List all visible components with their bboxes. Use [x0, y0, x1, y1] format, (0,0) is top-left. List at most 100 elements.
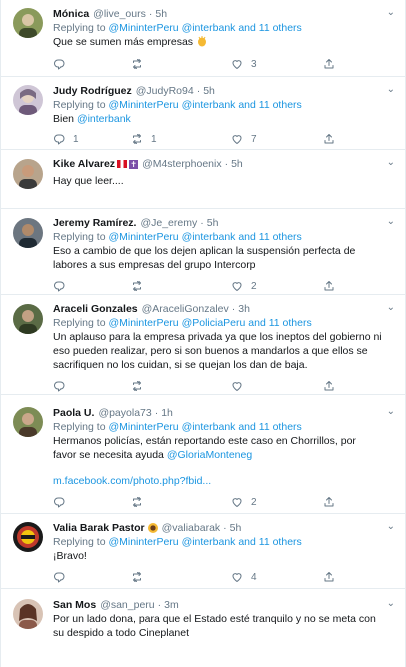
avatar[interactable] [13, 304, 43, 334]
display-name[interactable]: Kike Alvarez [53, 157, 115, 171]
chevron-down-icon[interactable]: ⌄ [387, 406, 395, 417]
reply-button[interactable]: 1 [53, 132, 79, 146]
like-button[interactable]: 2 [231, 495, 257, 509]
tweet[interactable]: Paola U. @payola73 · 1h ⌄ Replying to @M… [1, 395, 405, 514]
avatar[interactable] [13, 599, 43, 629]
chevron-down-icon[interactable]: ⌄ [387, 302, 395, 313]
avatar[interactable] [13, 85, 43, 115]
mention-link[interactable]: @interbank [182, 536, 236, 548]
avatar[interactable] [13, 159, 43, 189]
avatar[interactable] [13, 522, 43, 552]
user-handle[interactable]: @san_peru [100, 598, 154, 612]
mention-link[interactable]: @MininterPeru [108, 231, 178, 243]
share-button[interactable] [323, 495, 335, 509]
timestamp[interactable]: 5h [207, 216, 219, 230]
retweet-button[interactable] [131, 570, 143, 584]
avatar[interactable] [13, 407, 43, 437]
avatar[interactable] [13, 8, 43, 38]
mention-link[interactable]: @MininterPeru [108, 317, 178, 329]
user-handle[interactable]: @M4sterphoenix [142, 157, 222, 171]
reply-button[interactable] [53, 570, 65, 584]
others-link[interactable]: and 11 others [238, 421, 301, 433]
mention-link[interactable]: @MininterPeru [108, 421, 178, 433]
user-handle[interactable]: @JudyRo94 [136, 84, 194, 98]
timestamp[interactable]: 3m [164, 598, 179, 612]
mention-link[interactable]: @interbank [77, 113, 131, 125]
mention-link[interactable]: @MininterPeru [108, 22, 178, 34]
timestamp[interactable]: 5h [155, 7, 167, 21]
display-name[interactable]: Paola U. [53, 406, 94, 420]
others-link[interactable]: and 11 others [248, 317, 311, 329]
retweet-button[interactable] [131, 57, 143, 71]
mention-link[interactable]: @interbank [182, 421, 236, 433]
like-button[interactable] [231, 379, 243, 393]
retweet-button[interactable] [131, 279, 143, 293]
mention-link[interactable]: @GloriaMonteneg [167, 449, 252, 461]
share-button[interactable] [323, 379, 335, 393]
mention-link[interactable]: @MininterPeru [108, 99, 178, 111]
tweet[interactable]: Kike Alvarez ✝ @M4sterphoenix · 5h ⌄ Hay… [1, 150, 405, 209]
tweet[interactable]: Mónica @live_ours · 5h ⌄ Replying to @Mi… [1, 0, 405, 77]
like-button[interactable]: 7 [231, 132, 257, 146]
share-button[interactable] [323, 570, 335, 584]
display-name[interactable]: Mónica [53, 7, 89, 21]
share-button[interactable] [323, 132, 335, 146]
tweet-text: Por un lado dona, para que el Estado est… [53, 613, 376, 639]
others-link[interactable]: and 11 others [238, 99, 301, 111]
user-handle[interactable]: @valiabarak [162, 521, 221, 535]
url-link[interactable]: m.facebook.com/photo.php?fbid... [53, 474, 395, 488]
reply-button[interactable] [53, 279, 65, 293]
tweet[interactable]: Judy Rodríguez @JudyRo94 · 5h ⌄ Replying… [1, 77, 405, 150]
tweet[interactable]: San Mos @san_peru · 3m ⌄ Por un lado don… [1, 589, 405, 667]
share-button[interactable] [323, 57, 335, 71]
chevron-down-icon[interactable]: ⌄ [387, 521, 395, 532]
others-link[interactable]: and 11 others [238, 231, 301, 243]
reply-icon [53, 58, 65, 70]
timestamp[interactable]: 5h [230, 521, 242, 535]
display-name[interactable]: Araceli Gonzales [53, 302, 138, 316]
timestamp[interactable]: 5h [203, 84, 215, 98]
mention-link[interactable]: @PoliciaPeru [182, 317, 246, 329]
tweet-text: Un aplauso para la empresa privada ya qu… [53, 331, 382, 371]
tweet[interactable]: Valia Barak Pastor @valiabarak · 5h ⌄ Re… [1, 514, 405, 589]
like-button[interactable]: 4 [231, 570, 257, 584]
chevron-down-icon[interactable]: ⌄ [387, 157, 395, 168]
chevron-down-icon[interactable]: ⌄ [387, 84, 395, 95]
mention-link[interactable]: @interbank [182, 99, 236, 111]
tweet[interactable]: Jeremy Ramírez. @Je_eremy · 5h ⌄ Replyin… [1, 209, 405, 295]
avatar[interactable] [13, 218, 43, 248]
like-button[interactable]: 3 [231, 57, 257, 71]
display-name[interactable]: Jeremy Ramírez. [53, 216, 136, 230]
mention-link[interactable]: @MininterPeru [108, 536, 178, 548]
retweet-button[interactable] [131, 495, 143, 509]
tweet[interactable]: Araceli Gonzales @AraceliGonzalev · 3h ⌄… [1, 295, 405, 395]
share-icon [323, 58, 335, 70]
reply-button[interactable] [53, 57, 65, 71]
user-handle[interactable]: @live_ours [93, 7, 146, 21]
retweet-icon [131, 380, 143, 392]
mention-link[interactable]: @interbank [182, 231, 236, 243]
others-link[interactable]: and 11 others [238, 22, 301, 34]
chevron-down-icon[interactable]: ⌄ [387, 598, 395, 609]
retweet-button[interactable] [131, 379, 143, 393]
retweet-button[interactable]: 1 [131, 132, 157, 146]
timestamp[interactable]: 5h [231, 157, 243, 171]
display-name[interactable]: Judy Rodríguez [53, 84, 132, 98]
chevron-down-icon[interactable]: ⌄ [387, 216, 395, 227]
chevron-down-icon[interactable]: ⌄ [387, 7, 395, 18]
display-name[interactable]: Valia Barak Pastor [53, 521, 145, 535]
reply-feed: Mónica @live_ours · 5h ⌄ Replying to @Mi… [0, 0, 406, 667]
share-icon [323, 280, 335, 292]
others-link[interactable]: and 11 others [238, 536, 301, 548]
user-handle[interactable]: @Je_eremy [140, 216, 197, 230]
reply-button[interactable] [53, 379, 65, 393]
reply-button[interactable] [53, 495, 65, 509]
user-handle[interactable]: @payola73 [98, 406, 151, 420]
like-button[interactable]: 2 [231, 279, 257, 293]
user-handle[interactable]: @AraceliGonzalev [142, 302, 229, 316]
mention-link[interactable]: @interbank [182, 22, 236, 34]
timestamp[interactable]: 3h [238, 302, 250, 316]
display-name[interactable]: San Mos [53, 598, 96, 612]
timestamp[interactable]: 1h [161, 406, 173, 420]
share-button[interactable] [323, 279, 335, 293]
